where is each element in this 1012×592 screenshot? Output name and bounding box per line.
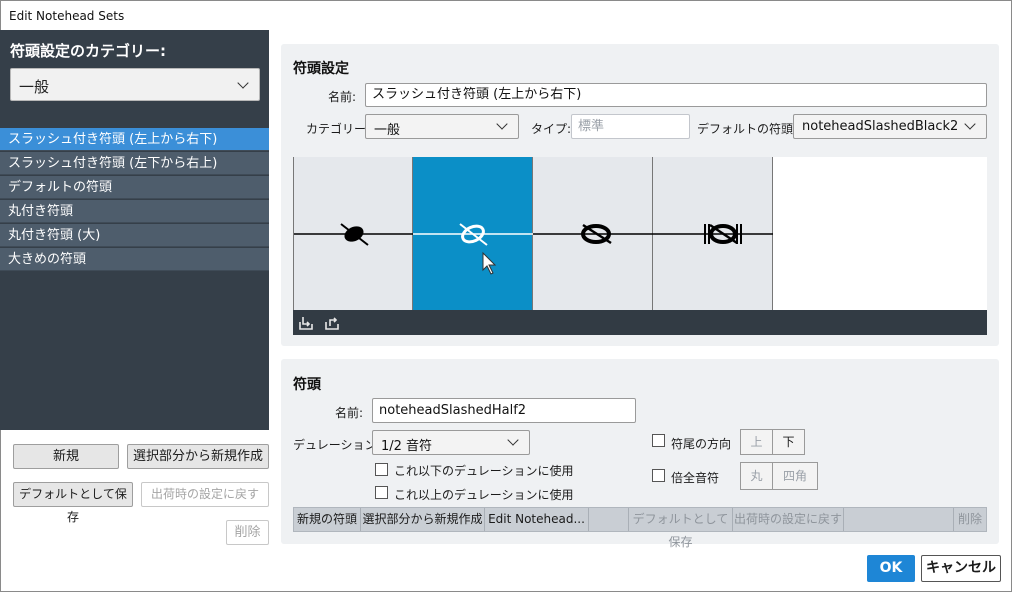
edit-notehead-button[interactable]: Edit Notehead... [485,508,589,531]
notehead-slashed-double-whole-icon [653,223,773,245]
window-title: Edit Notehead Sets [9,9,125,23]
title-bar: Edit Notehead Sets [1,1,1011,31]
notehead-name-input[interactable]: noteheadSlashedHalf2 [372,398,636,423]
use-above-label: これ以上のデュレーションに使用 [394,488,574,502]
preview-cell-quarter[interactable] [293,157,414,310]
toolbar-spacer [844,508,954,531]
preview-cell-half[interactable] [413,157,533,310]
type-input[interactable]: 標準 [571,114,690,139]
toolbar-delete-button[interactable]: 削除 [954,508,986,531]
notehead-slashed-whole-icon [533,223,653,245]
revert-factory-button[interactable]: 出荷時の設定に戻す [141,482,269,507]
toolbar-save-default-button[interactable]: デフォルトとして保存 [629,508,733,549]
list-item[interactable]: デフォルトの符頭 [0,176,269,199]
notehead-slashed-black-icon [294,223,414,246]
type-label: タイプ: [531,122,572,136]
import-icon[interactable] [298,315,314,331]
stem-direction-label: 符尾の方向 [671,437,732,451]
preview-cell-double-whole[interactable] [653,157,773,310]
round-button[interactable]: 丸 [740,462,773,490]
stem-down-button[interactable]: 下 [772,429,805,455]
save-as-default-button[interactable]: デフォルトとして保存 [13,482,133,524]
category-select[interactable]: 一般 [10,68,260,101]
category-panel: 符頭設定のカテゴリー: 一般 [0,30,269,128]
default-notehead-select[interactable]: noteheadSlashedBlack2 [793,114,987,139]
toolbar-spacer [589,508,629,531]
mouse-cursor-icon [482,251,497,275]
duration-value: 1/2 音符 [381,439,433,454]
preview-toolbar [293,310,987,335]
new-from-selection-button[interactable]: 選択部分から新規作成 [127,444,269,469]
default-notehead-label: デフォルトの符頭: [697,122,798,136]
use-below-label: これ以下のデュレーションに使用 [394,464,574,478]
square-button[interactable]: 四角 [772,462,818,490]
delete-set-button[interactable]: 削除 [226,520,269,545]
chevron-down-icon [496,118,508,130]
default-notehead-value: noteheadSlashedBlack2 [802,119,959,134]
duration-label: デュレーション: [293,438,381,452]
use-above-checkbox[interactable] [375,486,388,499]
notehead-toolbar: 新規の符頭 選択部分から新規作成 Edit Notehead... デフォルトと… [293,507,987,549]
chevron-down-icon [237,77,249,89]
notehead-slashed-half-icon [413,223,533,275]
list-item[interactable]: スラッシュ付き符頭 (左上から右下) [0,128,269,151]
list-item[interactable]: スラッシュ付き符頭 (左下から右上) [0,152,269,175]
preview-cell-whole[interactable] [533,157,653,310]
set-settings-title: 符頭設定 [293,61,349,77]
stem-up-button[interactable]: 上 [740,429,773,455]
toolbar-revert-factory-button[interactable]: 出荷時の設定に戻す [733,508,844,531]
set-category-value: 一般 [374,123,401,138]
double-whole-checkbox[interactable] [652,469,665,482]
notehead-name-label: 名前: [335,406,364,420]
use-below-checkbox[interactable] [375,463,388,476]
stem-direction-checkbox[interactable] [652,434,665,447]
export-icon[interactable] [324,315,340,331]
notehead-title: 符頭 [293,377,321,393]
set-name-input[interactable]: スラッシュ付き符頭 (左上から右下) [365,83,987,107]
set-category-select[interactable]: 一般 [365,114,519,139]
set-category-label: カテゴリー: [306,122,371,136]
set-name-label: 名前: [328,90,357,104]
new-notehead-button[interactable]: 新規の符頭 [294,508,361,531]
list-item[interactable]: 丸付き符頭 [0,200,269,223]
chevron-down-icon [507,434,519,446]
notehead-set-list: スラッシュ付き符頭 (左上から右下) スラッシュ付き符頭 (左下から右上) デフ… [0,128,269,430]
duration-select[interactable]: 1/2 音符 [372,430,530,455]
list-item[interactable]: 大きめの符頭 [0,248,269,271]
new-set-button[interactable]: 新規 [13,444,119,469]
toolbar-new-from-selection-button[interactable]: 選択部分から新規作成 [361,508,485,531]
double-whole-label: 倍全音符 [671,471,720,485]
list-item[interactable]: 丸付き符頭 (大) [0,224,269,247]
cancel-button[interactable]: キャンセル [921,555,1001,582]
chevron-down-icon [964,118,976,130]
category-label: 符頭設定のカテゴリー: [10,42,166,60]
ok-button[interactable]: OK [867,555,915,582]
category-select-value: 一般 [19,78,50,96]
notehead-preview [293,157,987,335]
